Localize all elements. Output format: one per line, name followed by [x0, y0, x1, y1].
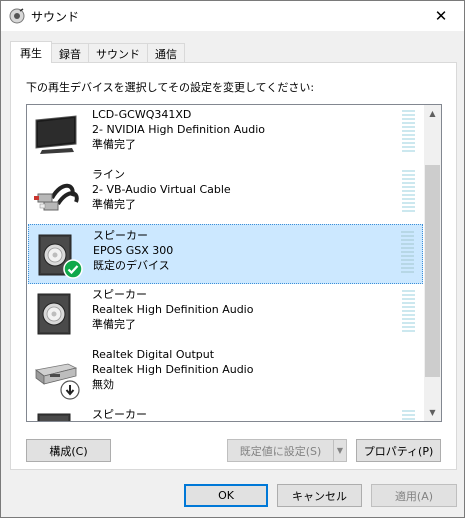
close-icon: ✕	[434, 7, 448, 25]
window-title: サウンド	[31, 9, 80, 24]
device-driver: 2- NVIDIA High Definition Audio	[92, 123, 266, 136]
volume-meter	[402, 290, 415, 334]
device-item[interactable]: Realtek Digital Output Realtek High Defi…	[28, 344, 423, 404]
device-item[interactable]: LCD-GCWQ341XD 2- NVIDIA High Definition …	[28, 105, 423, 164]
set-default-button[interactable]: 既定値に設定(S)	[227, 439, 334, 462]
device-name: ライン	[92, 168, 125, 181]
device-name: Realtek Digital Output	[92, 348, 215, 361]
device-list[interactable]: LCD-GCWQ341XD 2- NVIDIA High Definition …	[26, 104, 442, 422]
device-status: 既定のデバイス	[93, 259, 170, 272]
default-check-icon	[63, 259, 83, 279]
title-bar[interactable]: サウンド ✕	[1, 1, 464, 31]
volume-meter	[402, 110, 415, 154]
close-button[interactable]: ✕	[418, 1, 464, 31]
ok-button[interactable]: OK	[184, 484, 268, 507]
tab-playback[interactable]: 再生	[10, 41, 52, 63]
disabled-arrow-icon	[60, 380, 80, 400]
device-status: 準備完了	[92, 138, 136, 151]
configure-button[interactable]: 構成(C)	[26, 439, 111, 462]
set-default-dropdown[interactable]: ▼	[333, 439, 347, 462]
properties-button[interactable]: プロパティ(P)	[356, 439, 441, 462]
device-status: 準備完了	[92, 198, 136, 211]
device-status: 準備完了	[92, 318, 136, 331]
instruction-text: 下の再生デバイスを選択してその設定を変更してください:	[26, 81, 315, 94]
apply-button[interactable]: 適用(A)	[371, 484, 457, 507]
device-name: スピーカー	[92, 288, 147, 301]
volume-meter	[402, 170, 415, 214]
sound-dialog: サウンド ✕ 再生 録音 サウンド 通信 下の再生デバイスを選択してその設定を変…	[0, 0, 465, 518]
device-item-selected[interactable]: スピーカー EPOS GSX 300 既定のデバイス	[28, 224, 423, 284]
vertical-scrollbar[interactable]: ▲ ▼	[424, 105, 441, 421]
scroll-down-icon[interactable]: ▼	[424, 404, 441, 421]
device-item[interactable]: スピーカー	[28, 404, 423, 421]
scroll-thumb[interactable]	[425, 165, 440, 377]
playback-panel: 下の再生デバイスを選択してその設定を変更してください: LCD-GCWQ341X…	[10, 62, 457, 470]
speaker-icon	[37, 413, 71, 421]
device-name: スピーカー	[92, 408, 147, 421]
device-name: スピーカー	[93, 229, 148, 242]
device-driver: Realtek High Definition Audio	[92, 363, 254, 376]
device-name: LCD-GCWQ341XD	[92, 108, 192, 121]
device-driver: EPOS GSX 300	[93, 244, 174, 257]
sound-app-icon	[9, 8, 25, 24]
volume-meter	[402, 410, 415, 421]
cancel-button[interactable]: キャンセル	[277, 484, 362, 507]
device-item[interactable]: ライン 2- VB-Audio Virtual Cable 準備完了	[28, 164, 423, 224]
monitor-icon	[35, 115, 77, 154]
volume-meter	[401, 231, 414, 275]
rca-cable-icon	[34, 183, 79, 211]
device-list-viewport: LCD-GCWQ341XD 2- NVIDIA High Definition …	[27, 105, 424, 421]
device-driver: Realtek High Definition Audio	[92, 303, 254, 316]
tab-recording[interactable]: 録音	[51, 43, 89, 63]
tab-sounds[interactable]: サウンド	[88, 43, 148, 63]
tab-bar: 再生 録音 サウンド 通信	[10, 41, 185, 63]
tab-communications[interactable]: 通信	[147, 43, 185, 63]
scroll-up-icon[interactable]: ▲	[424, 105, 441, 122]
device-driver: 2- VB-Audio Virtual Cable	[92, 183, 231, 196]
speaker-icon	[37, 293, 71, 335]
chevron-down-icon: ▼	[336, 446, 344, 455]
device-item[interactable]: スピーカー Realtek High Definition Audio 準備完了	[28, 284, 423, 344]
device-status: 無効	[92, 378, 114, 391]
